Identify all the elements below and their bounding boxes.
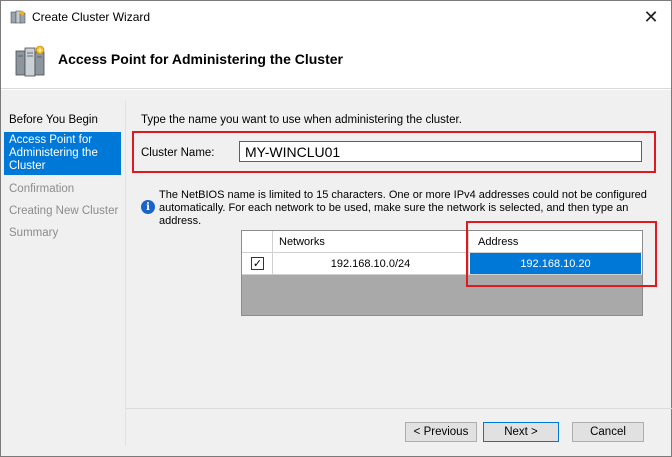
- row-check-cell: ✓: [242, 253, 273, 274]
- table-row: ✓ 192.168.10.0/24 192.168.10.20: [242, 253, 642, 275]
- network-checkbox[interactable]: ✓: [251, 257, 264, 270]
- next-button[interactable]: Next >: [483, 422, 559, 442]
- close-icon: ✕: [643, 6, 659, 28]
- network-cell: 192.168.10.0/24: [273, 253, 469, 274]
- grid-header: Networks Address: [242, 231, 642, 253]
- title-bar: Create Cluster Wizard ✕: [1, 1, 671, 33]
- cluster-app-icon: [10, 10, 26, 24]
- nav-item-before-you-begin[interactable]: Before You Begin: [4, 114, 121, 126]
- info-icon: i: [141, 200, 155, 214]
- cluster-servers-icon: [15, 45, 45, 77]
- cluster-name-label: Cluster Name:: [141, 147, 215, 159]
- nav-item-creating-new-cluster: Creating New Cluster: [9, 205, 119, 217]
- window-title: Create Cluster Wizard: [32, 10, 151, 24]
- network-grid: Networks Address ✓ 192.168.10.0/24 192.1…: [241, 230, 643, 316]
- nav-item-access-point[interactable]: Access Point for Administering the Clust…: [4, 132, 121, 175]
- cancel-button[interactable]: Cancel: [572, 422, 644, 442]
- cluster-name-input[interactable]: [239, 141, 642, 162]
- previous-button[interactable]: < Previous: [405, 422, 477, 442]
- page-title: Access Point for Administering the Clust…: [58, 51, 343, 67]
- grid-header-networks[interactable]: Networks: [273, 231, 469, 253]
- content-area: Before You Begin Access Point for Admini…: [1, 90, 672, 456]
- footer-divider: [126, 408, 672, 409]
- nav-item-confirmation: Confirmation: [9, 183, 75, 195]
- nav-item-summary: Summary: [9, 227, 59, 239]
- grid-header-address[interactable]: Address: [469, 231, 642, 253]
- main-panel: Type the name you want to use when admin…: [125, 100, 672, 446]
- instruction-text: Type the name you want to use when admin…: [141, 114, 462, 126]
- wizard-window: Create Cluster Wizard ✕ Access Point for…: [0, 0, 672, 457]
- info-message: The NetBIOS name is limited to 15 charac…: [159, 189, 647, 227]
- wizard-steps-nav: Before You Begin Access Point for Admini…: [1, 100, 123, 445]
- close-button[interactable]: ✕: [639, 5, 663, 29]
- grid-header-check-column: [242, 231, 273, 253]
- wizard-header: Access Point for Administering the Clust…: [1, 33, 671, 89]
- address-cell[interactable]: 192.168.10.20: [470, 253, 641, 274]
